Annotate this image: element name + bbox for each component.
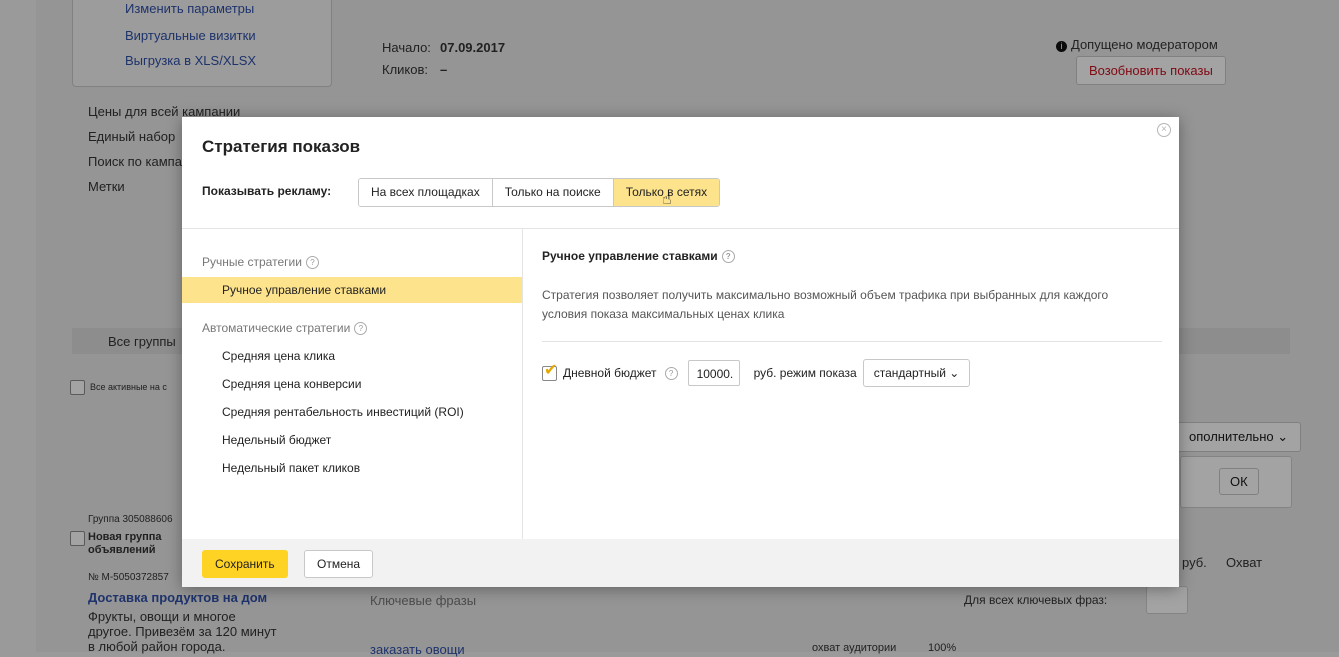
strategy-manual-bids[interactable]: Ручное управление ставками: [182, 277, 522, 303]
daily-budget-label: Дневной бюджет: [563, 366, 657, 380]
all-groups-tab[interactable]: Все группы: [108, 334, 176, 349]
group-checkbox[interactable]: [70, 531, 85, 546]
new-group-label: Новая группа объявлений: [88, 531, 162, 556]
placement-search-button[interactable]: Только на поиске: [492, 179, 614, 206]
ad-title-link[interactable]: Доставка продуктов на дом: [88, 590, 267, 605]
side-menu-item[interactable]: Поиск по кампа: [88, 154, 182, 169]
start-value: 07.09.2017: [440, 40, 506, 55]
display-mode-select[interactable]: стандартный ⌄: [862, 359, 971, 387]
clicks-value: –: [440, 62, 448, 77]
chevron-down-icon: ⌄: [949, 366, 960, 380]
all-active-checkbox[interactable]: [70, 380, 85, 395]
strategy-weekly-budget[interactable]: Недельный бюджет: [222, 433, 331, 447]
detail-title: Ручное управление ставками?: [542, 249, 735, 264]
rub-column: руб.: [1182, 555, 1207, 570]
strategy-list: Ручные стратегии? Ручное управление став…: [182, 229, 523, 540]
strategy-weekly-clicks[interactable]: Недельный пакет кликов: [222, 461, 360, 475]
strategy-details: Ручное управление ставками? Стратегия по…: [523, 229, 1179, 540]
show-ads-label: Показывать рекламу:: [202, 184, 332, 198]
modal-title: Стратегия показов: [202, 137, 361, 156]
ad-text: Фрукты, овощи и многое другое. Привезём …: [88, 609, 277, 654]
cancel-button[interactable]: Отмена: [304, 550, 374, 578]
link-export-xls[interactable]: Выгрузка в XLS/XLSX: [125, 53, 256, 68]
coverage-percent: 100%: [928, 642, 957, 654]
auto-strategies-header: Автоматические стратегии?: [202, 321, 368, 336]
campaign-links-box: Изменить параметры Виртуальные визитки В…: [72, 0, 332, 87]
start-label: Начало:: [382, 40, 431, 55]
checkmark-icon: ✔: [544, 361, 558, 379]
info-icon: i: [1056, 41, 1067, 52]
side-menu-item[interactable]: Метки: [88, 179, 125, 194]
detail-description: Стратегия позволяет получить максимально…: [542, 288, 1109, 321]
strategy-modal: × Стратегия показов Показывать рекламу: …: [182, 117, 1179, 587]
daily-budget-checkbox[interactable]: ✔: [542, 362, 557, 381]
all-active-label: Все активные на с: [90, 382, 167, 392]
strategy-avg-roi[interactable]: Средняя рентабельность инвестиций (ROI): [222, 405, 464, 419]
extra-dropdown[interactable]: ополнительно ⌄: [1176, 422, 1302, 452]
manual-strategies-header: Ручные стратегии?: [202, 255, 319, 270]
ok-button[interactable]: ОК: [1219, 468, 1259, 495]
help-icon[interactable]: ?: [664, 366, 678, 380]
link-edit-params[interactable]: Изменить параметры: [125, 1, 254, 16]
for-all-keywords-label: Для всех ключевых фраз:: [964, 593, 1108, 607]
modal-footer: Сохранить Отмена: [182, 539, 1179, 587]
currency-mode-label: руб. режим показа: [753, 366, 857, 380]
strategy-avg-cpc[interactable]: Средняя цена клика: [222, 349, 335, 363]
daily-budget-row: ✔ Дневной бюджет ? 10000. руб. режим пок…: [542, 359, 971, 387]
side-menu-item[interactable]: Единый набор: [88, 129, 175, 144]
group-id: Группа 305088606: [88, 514, 173, 525]
resume-shows-button[interactable]: Возобновить показы: [1076, 56, 1226, 85]
modal-body: Ручные стратегии? Ручное управление став…: [182, 228, 1179, 540]
placement-all-button[interactable]: На всех площадках: [359, 179, 493, 206]
save-button[interactable]: Сохранить: [202, 550, 288, 578]
audience-coverage: охват аудитории: [812, 642, 897, 654]
strategy-avg-cpa[interactable]: Средняя цена конверсии: [222, 377, 361, 391]
help-icon[interactable]: ?: [721, 250, 735, 264]
all-keywords-bid-input[interactable]: [1146, 586, 1188, 614]
divider: [542, 341, 1162, 342]
moderation-status: i Допущено модератором: [1056, 37, 1218, 52]
close-icon[interactable]: ×: [1157, 123, 1171, 137]
ad-number: № М-5050372857: [88, 572, 169, 583]
keywords-header: Ключевые фразы: [370, 593, 477, 608]
coverage-column: Охват: [1226, 555, 1263, 570]
chevron-down-icon: ⌄: [1277, 429, 1289, 444]
hand-cursor-icon: ☝: [662, 191, 672, 208]
clicks-label: Кликов:: [382, 62, 429, 77]
help-icon[interactable]: ?: [305, 256, 319, 270]
link-virtual-cards[interactable]: Виртуальные визитки: [125, 28, 256, 43]
daily-budget-input[interactable]: 10000.: [687, 360, 740, 386]
keyword-link[interactable]: заказать овощи: [370, 642, 465, 657]
help-icon[interactable]: ?: [354, 322, 368, 336]
